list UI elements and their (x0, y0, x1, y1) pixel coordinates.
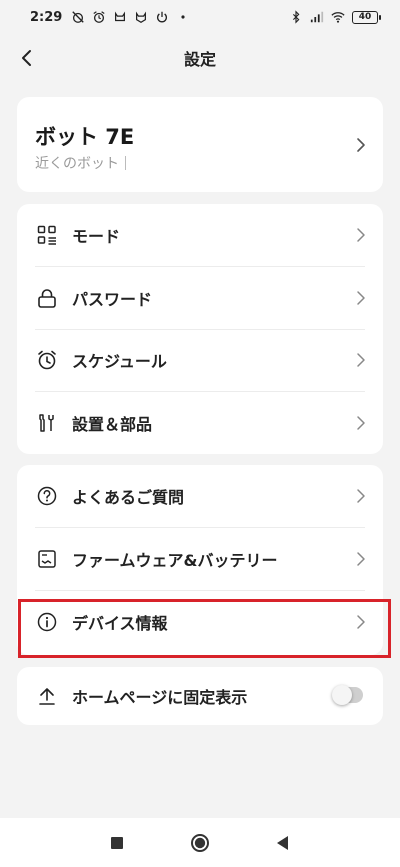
grid-list-icon (37, 225, 57, 245)
question-icon (37, 486, 57, 506)
lock-icon (37, 288, 57, 308)
muted-alarm-icon (72, 11, 85, 23)
settings-item-label: スケジュール (72, 352, 167, 371)
bluetooth-icon (292, 10, 300, 24)
page-title: 設定 (183, 50, 216, 69)
device-card[interactable]: ボット 7E 近くのボット (17, 97, 383, 192)
settings-group-2: よくあるご質問 ファームウェア&バッテリー デバイス情報 (17, 465, 383, 655)
chevron-right-icon (357, 138, 365, 152)
wifi-icon (331, 12, 345, 23)
home-button[interactable] (188, 831, 212, 855)
info-icon (37, 612, 57, 632)
settings-item-label: よくあるご質問 (72, 488, 185, 507)
settings-group-1: モード パスワード スケジュール 設置＆部品 (17, 204, 383, 454)
power-icon (157, 11, 168, 23)
back-icon (277, 836, 288, 850)
settings-item-device-info[interactable]: デバイス情報 (17, 591, 383, 653)
recent-apps-icon (111, 837, 123, 849)
signal-icon (310, 11, 324, 23)
battery-icon: 40 (352, 10, 381, 24)
chevron-left-icon (22, 50, 31, 66)
settings-item-label: モード (72, 227, 121, 246)
settings-screen: 2:29 40 設定 ボット 7E 近くのボット モード パスワード スケジュー… (0, 0, 400, 867)
status-bar: 2:29 40 (0, 0, 400, 34)
alarm-clock-icon (37, 350, 57, 370)
cat-icon (136, 11, 147, 23)
status-time: 2:29 (30, 9, 63, 25)
alarm-icon (93, 11, 105, 23)
settings-item-mode[interactable]: モード (17, 204, 383, 266)
chevron-right-icon (357, 228, 365, 242)
chevron-right-icon (357, 353, 365, 367)
settings-item-pin-home: ホームページに固定表示 (17, 667, 383, 725)
chevron-right-icon (357, 615, 365, 629)
device-name: ボット 7E (35, 125, 135, 149)
chevron-right-icon (357, 291, 365, 305)
navigation-bar (0, 818, 400, 867)
back-nav-button[interactable] (270, 831, 294, 855)
pin-to-home-icon (37, 686, 57, 706)
home-icon (191, 834, 209, 852)
settings-item-password[interactable]: パスワード (17, 267, 383, 329)
chevron-right-icon (357, 552, 365, 566)
settings-item-firmware[interactable]: ファームウェア&バッテリー (17, 528, 383, 590)
header: 設定 (0, 34, 400, 82)
settings-item-installation[interactable]: 設置＆部品 (17, 392, 383, 454)
settings-item-schedule[interactable]: スケジュール (17, 329, 383, 391)
dot-icon (181, 15, 185, 19)
settings-item-label: デバイス情報 (72, 614, 168, 633)
settings-item-label: ファームウェア&バッテリー (72, 551, 278, 570)
settings-group-3: ホームページに固定表示 (17, 667, 383, 725)
device-subtitle: 近くのボット (35, 153, 126, 173)
chevron-right-icon (357, 489, 365, 503)
chevron-right-icon (357, 416, 365, 430)
settings-item-faq[interactable]: よくあるご質問 (17, 465, 383, 527)
tools-icon (37, 413, 57, 433)
toggle-knob (332, 685, 352, 705)
recent-apps-button[interactable] (105, 831, 129, 855)
settings-item-label: 設置＆部品 (72, 415, 153, 434)
firmware-icon (37, 549, 57, 569)
settings-item-label: パスワード (72, 290, 153, 309)
settings-item-label: ホームページに固定表示 (72, 688, 248, 707)
pin-home-toggle[interactable] (332, 685, 363, 705)
back-button[interactable] (12, 44, 40, 72)
cat-icon (115, 11, 126, 22)
